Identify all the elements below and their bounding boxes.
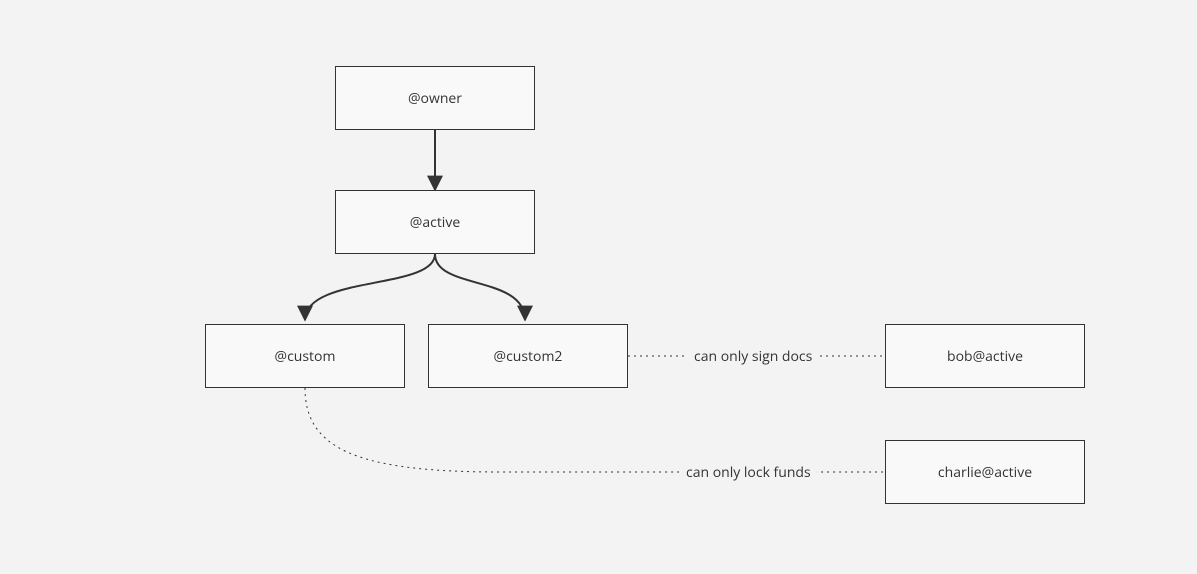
node-bob: bob@active <box>885 324 1085 388</box>
node-bob-label: bob@active <box>947 347 1023 366</box>
edge-active-custom <box>305 254 435 320</box>
node-custom2-label: @custom2 <box>494 347 563 366</box>
edge-custom-charlie <box>305 388 885 472</box>
node-custom-label: @custom <box>275 347 336 366</box>
node-charlie: charlie@active <box>885 440 1085 504</box>
edge-label-custom2-bob: can only sign docs <box>688 347 818 366</box>
node-custom: @custom <box>205 324 405 388</box>
node-charlie-label: charlie@active <box>938 463 1032 482</box>
edge-active-custom2 <box>435 254 525 320</box>
node-owner-label: @owner <box>408 89 462 108</box>
node-active: @active <box>335 190 535 254</box>
edge-label-custom-charlie: can only lock funds <box>680 463 817 482</box>
node-owner: @owner <box>335 66 535 130</box>
diagram-canvas: @owner @active @custom @custom2 bob@acti… <box>0 0 1197 574</box>
node-active-label: @active <box>410 213 460 232</box>
node-custom2: @custom2 <box>428 324 628 388</box>
edge-label-custom2-bob-text: can only sign docs <box>694 347 812 366</box>
edge-label-custom-charlie-text: can only lock funds <box>686 463 811 482</box>
